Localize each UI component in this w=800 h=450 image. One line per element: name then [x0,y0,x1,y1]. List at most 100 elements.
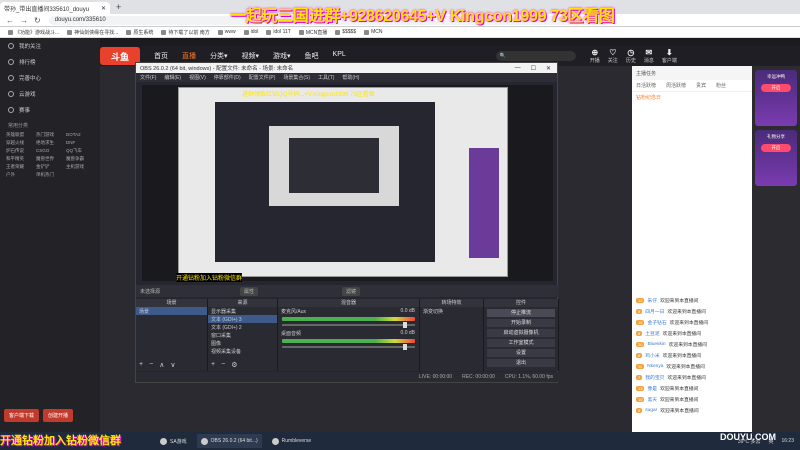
control-button[interactable]: 工作室模式 [487,339,555,347]
taskbar-item[interactable]: OBS 26.0.2 (64 bit...) [196,434,262,448]
chat-username[interactable]: sugar [645,408,657,413]
bookmark-item[interactable]: $$$$$ [335,29,356,35]
category-link[interactable]: 金铲铲 [36,164,64,170]
download-client-button[interactable]: 客户端下载 [4,409,40,422]
nav-link[interactable]: 视频▾ [242,51,260,61]
obs-menu-item[interactable]: 配置文件(P) [249,74,276,81]
top-action[interactable]: ◷ 历史 [626,48,636,64]
category-link[interactable]: 炉石传说 [6,148,34,154]
transition-select[interactable]: 渐变切换 [420,307,483,315]
category-link[interactable]: 热门游戏 [36,132,64,138]
remove-icon[interactable]: − [149,361,153,369]
sidebar-item[interactable]: 云游戏 [0,86,100,102]
chat-username[interactable]: 我的宝贝 [645,374,664,381]
new-tab-icon[interactable]: + [116,2,121,12]
filters-button[interactable]: 滤镜 [342,286,361,296]
maximize-icon[interactable]: ☐ [531,65,536,72]
chat-username[interactable]: 黑天 [647,396,657,403]
promo-card[interactable]: 礼物分享 开启 [755,130,797,186]
nav-link[interactable]: 游戏▾ [273,51,291,61]
control-button[interactable]: 停止推流 [487,309,555,317]
obs-menu-item[interactable]: 编辑(E) [164,74,181,81]
promo-button[interactable]: 开启 [761,84,791,92]
search-input[interactable]: 🔍 [495,51,576,61]
obs-preview[interactable]: 进群领取红钻QQ号码...+V:Kingcon1999 73区看图 [142,85,553,281]
control-button[interactable]: 启动虚拟摄像机 [487,329,555,337]
source-item[interactable]: 文本 (GDI+) 3 [208,315,277,323]
source-item[interactable]: 视频采集设备 [208,347,277,355]
source-item[interactable]: 图像 [208,339,277,347]
category-link[interactable]: 英雄联盟 [6,132,34,138]
obs-menu-item[interactable]: 工具(T) [318,74,334,81]
promo-button[interactable]: 开启 [761,144,791,152]
chat-username[interactable]: 朱仔 [647,297,657,304]
back-icon[interactable]: ← [6,16,14,25]
category-link[interactable]: 单机热门 [36,172,64,178]
top-action[interactable]: ♡ 关注 [608,48,618,64]
bookmark-item[interactable]: idol [243,29,258,35]
obs-menu-item[interactable]: 文件(F) [140,74,156,81]
chat-username[interactable]: 四月一日 [645,308,664,315]
chat-username[interactable]: Nkenya [647,364,663,369]
nav-link[interactable]: KPL [333,51,346,61]
control-button[interactable]: 退出 [487,359,555,367]
control-button[interactable]: 开始录制 [487,319,555,327]
obs-menu-item[interactable]: 帮助(H) [342,74,359,81]
start-stream-button[interactable]: 创建开播 [43,409,74,422]
taskbar-item[interactable]: Rumbleverse [268,434,315,448]
close-icon[interactable]: ✕ [546,65,551,72]
bookmark-item[interactable]: idol 11T [266,29,291,35]
top-action[interactable]: ⊕ 开播 [590,48,600,64]
gear-icon[interactable]: ⚙ [231,361,237,369]
top-action[interactable]: ⬇ 客户端 [662,48,677,64]
chat-username[interactable]: 金子钻石 [647,319,666,326]
category-link[interactable]: 魔兽世界 [36,156,64,162]
sidebar-item[interactable]: 我的关注 [0,38,100,54]
up-icon[interactable]: ∧ [159,361,164,369]
category-link[interactable]: DOTA2 [66,132,94,138]
forward-icon[interactable]: → [20,16,28,25]
bookmark-item[interactable]: MCN [364,29,383,35]
obs-menu-item[interactable]: 视图(V) [189,74,206,81]
promo-card[interactable]: 幸运冲鸭 开启 [755,70,797,126]
bookmark-item[interactable]: 待下载了以前 南方 [161,29,210,36]
source-item[interactable]: 窗口采集 [208,331,277,339]
chat-username[interactable]: 像是 [647,385,657,392]
down-icon[interactable]: ∨ [170,361,175,369]
tray-item[interactable]: 16:23 [781,438,794,445]
sidebar-item[interactable]: 完善中心 [0,70,100,86]
category-link[interactable]: 绝地求生 [36,140,64,146]
chat-username[interactable]: 鸡小米 [645,352,659,359]
volume-slider[interactable] [282,322,415,328]
reload-icon[interactable]: ↻ [34,16,41,25]
sidebar-item[interactable]: 赛事 [0,102,100,118]
category-link[interactable]: 穿越火线 [6,140,34,146]
remove-icon[interactable]: − [221,361,225,369]
category-link[interactable]: 魔兽争霸 [66,156,94,162]
bookmark-item[interactable]: 神仙剑侠缘在寻找... [67,29,118,36]
source-item[interactable]: 显示器采集 [208,307,277,315]
nav-link[interactable]: 直播 [182,51,196,61]
bookmark-item[interactable]: www [217,29,236,35]
category-link[interactable]: 户外 [6,172,34,178]
category-link[interactable]: 和平精英 [6,156,34,162]
source-item[interactable]: 文本 (GDI+) 2 [208,323,277,331]
control-button[interactable]: 设置 [487,349,555,357]
volume-slider[interactable] [282,344,415,350]
nav-link[interactable]: 首页 [154,51,168,61]
rank-tab[interactable]: 贵宾 [696,82,706,89]
scene-item[interactable]: 场景 [136,307,207,315]
obs-menu-item[interactable]: 场景集合(S) [283,74,310,81]
properties-button[interactable]: 属性 [240,286,259,296]
obs-menu-item[interactable]: 停靠部件(D) [214,74,241,81]
category-link[interactable]: QQ飞车 [66,148,94,154]
category-link[interactable]: CSGO [36,148,64,154]
bookmark-item[interactable]: 《功能》游戏战斗... [8,29,59,36]
add-icon[interactable]: + [139,361,143,369]
close-icon[interactable]: ✕ [101,5,106,12]
rank-tab[interactable]: 粉丝 [716,82,726,89]
nav-link[interactable]: 分类▾ [210,51,228,61]
chat-username[interactable]: 土豆泥 [645,330,659,337]
bookmark-item[interactable]: 原生系统 [126,29,153,36]
top-action[interactable]: ✉ 消息 [644,48,654,64]
